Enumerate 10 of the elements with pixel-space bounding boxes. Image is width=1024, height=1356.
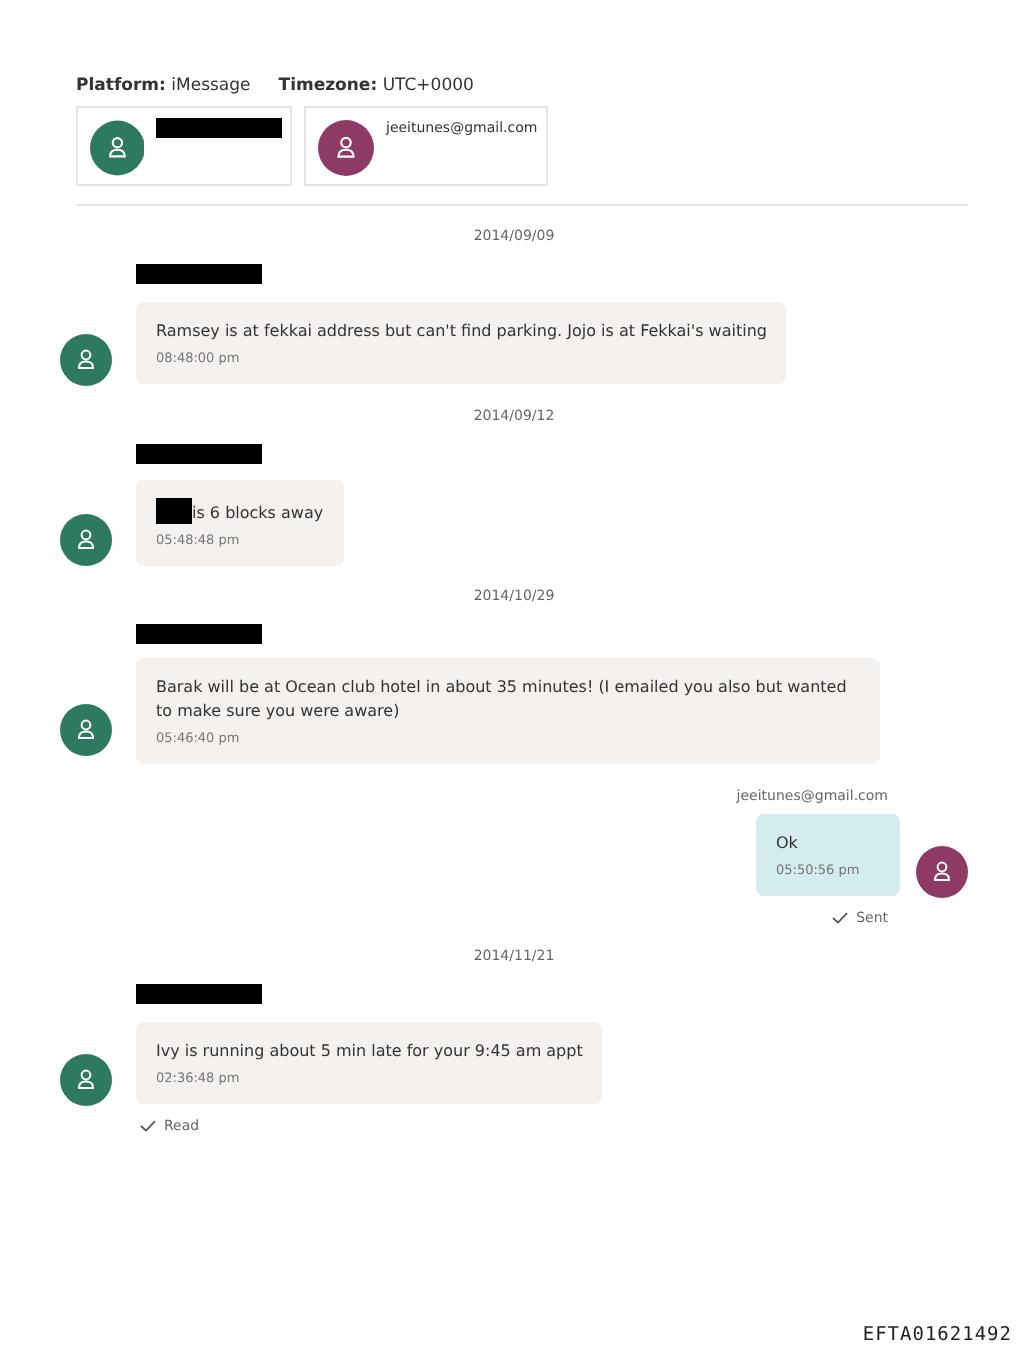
message-text: Ivy is running about 5 min late for your 9:45 am appt [156, 1039, 583, 1063]
document-number-label: EFTA01621492 [862, 1324, 1012, 1346]
check-icon [832, 912, 849, 924]
timezone-label: Timezone: UTC+0000 [278, 76, 474, 96]
check-icon [140, 1120, 156, 1132]
message-text: Ok [776, 831, 800, 855]
message-text: Barak will be at Ocean club hotel in about 35 minutes! (I emailed you also but wanted to make sure you were aware) [156, 676, 849, 724]
message-text: is 6 blocks away [156, 497, 324, 525]
message-text: Ramsey is at fekkai address but can't find parking. Jojo is at Fekkai's waiting [156, 319, 767, 343]
platform-label: Platform: iMessage [76, 76, 251, 96]
